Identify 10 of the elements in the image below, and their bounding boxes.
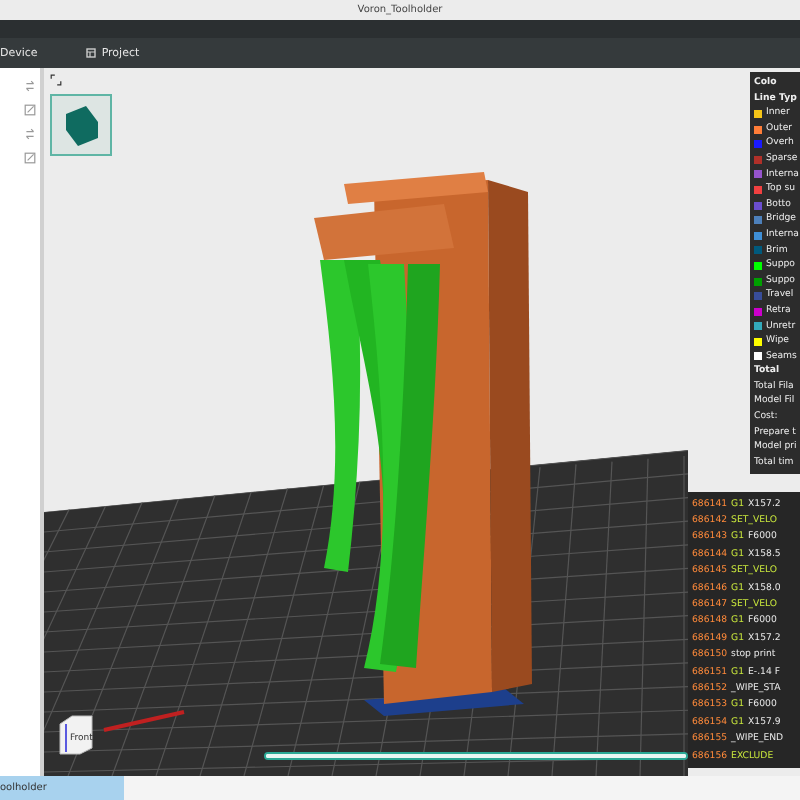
- expand-icon[interactable]: [50, 74, 62, 86]
- swap-icon[interactable]: [24, 80, 36, 92]
- project-icon: [85, 48, 96, 58]
- swap-icon[interactable]: [24, 128, 36, 140]
- view-cube-icon[interactable]: [56, 712, 96, 756]
- model-drawing[interactable]: [314, 172, 532, 716]
- edit-icon[interactable]: [24, 104, 36, 116]
- edit-icon[interactable]: [24, 152, 36, 164]
- x-axis-line: [103, 710, 185, 732]
- plate-thumbnail[interactable]: [50, 94, 112, 156]
